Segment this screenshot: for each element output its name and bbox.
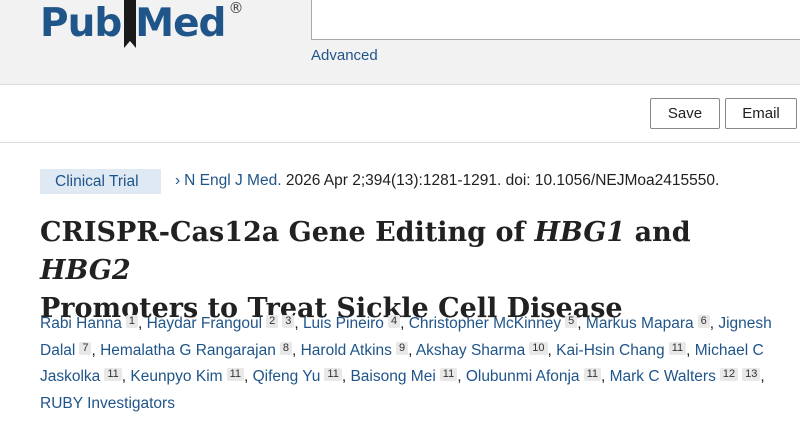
affiliation-badge[interactable]: 11 bbox=[226, 368, 244, 381]
affiliation-badge[interactable]: 8 bbox=[279, 341, 292, 355]
affiliation-badge[interactable]: 13 bbox=[742, 368, 761, 381]
author-name-link[interactable]: Harold Atkins bbox=[301, 342, 392, 359]
citation-details: 2026 Apr 2;394(13):1281-1291. doi: 10.10… bbox=[281, 172, 720, 189]
author-item: Hemalatha G Rangarajan 8, bbox=[100, 341, 297, 359]
author-item: Mark C Walters 12 13, bbox=[610, 368, 765, 385]
author-separator: , bbox=[400, 315, 405, 332]
author-item: Olubunmi Afonja 11, bbox=[466, 368, 605, 385]
author-separator: , bbox=[577, 315, 582, 332]
author-item: RUBY Investigators bbox=[40, 395, 175, 412]
author-item: Rabi Hanna 1, bbox=[40, 315, 142, 332]
author-name-link[interactable]: Hemalatha G Rangarajan bbox=[100, 342, 276, 359]
affiliation-badge[interactable]: 4 bbox=[387, 315, 401, 328]
affiliation-badge[interactable]: 11 bbox=[668, 341, 687, 355]
divider bbox=[0, 142, 800, 143]
author-item: Harold Atkins 9, bbox=[301, 341, 413, 359]
affiliation-badge[interactable]: 7 bbox=[79, 341, 92, 355]
affiliation-badge[interactable]: 6 bbox=[697, 315, 710, 328]
affiliation-badge[interactable]: 3 bbox=[282, 315, 295, 328]
advanced-search-link[interactable]: Advanced bbox=[311, 47, 378, 64]
author-name-link[interactable]: Olubunmi Afonja bbox=[466, 368, 580, 385]
save-button[interactable]: Save bbox=[650, 98, 720, 129]
logo-pub-text: Pub bbox=[40, 1, 122, 46]
affiliation-badge[interactable]: 11 bbox=[439, 368, 458, 381]
author-name-link[interactable]: Qifeng Yu bbox=[253, 368, 321, 385]
author-name-link[interactable]: Akshay Sharma bbox=[416, 342, 525, 359]
title-gene-1: HBG1 bbox=[534, 217, 626, 248]
author-name-link[interactable]: Christopher McKinney bbox=[409, 315, 561, 332]
author-separator: , bbox=[760, 368, 765, 385]
author-separator: , bbox=[600, 368, 606, 385]
author-separator: , bbox=[341, 368, 347, 385]
authors-list: Rabi Hanna 1, Haydar Frangoul 2 3, Luis Pin… bbox=[40, 311, 780, 417]
author-name-link[interactable]: Keunpyo Kim bbox=[130, 368, 222, 385]
author-separator: , bbox=[408, 341, 413, 359]
author-separator: , bbox=[547, 341, 552, 359]
site-header: Pub Med ® Advanced bbox=[0, 0, 800, 85]
citation-line: › N Engl J Med. 2026 Apr 2;394(13):1281-1… bbox=[175, 172, 719, 190]
author-item: Keunpyo Kim 11, bbox=[130, 368, 248, 385]
author-item: Haydar Frangoul 2 3, bbox=[147, 315, 299, 332]
author-name-link[interactable]: Haydar Frangoul bbox=[147, 315, 262, 332]
author-item: Akshay Sharma 10, bbox=[416, 341, 552, 359]
author-separator: , bbox=[121, 368, 127, 385]
publication-type-tag[interactable]: Clinical Trial bbox=[40, 169, 161, 194]
author-separator: , bbox=[291, 341, 297, 359]
affiliation-badge[interactable]: 1 bbox=[125, 315, 138, 328]
affiliation-badge[interactable]: 11 bbox=[104, 368, 122, 381]
search-input[interactable] bbox=[311, 0, 800, 40]
author-separator: , bbox=[686, 341, 691, 359]
author-item: Qifeng Yu 11, bbox=[253, 368, 347, 385]
author-separator: , bbox=[457, 368, 462, 385]
author-item: Kai-Hsin Chang 11, bbox=[556, 341, 691, 359]
author-name-link[interactable]: Luis Pineiro bbox=[303, 315, 384, 332]
author-separator: , bbox=[294, 315, 299, 332]
author-name-link[interactable]: Kai-Hsin Chang bbox=[556, 342, 665, 359]
author-name-link[interactable]: Markus Mapara bbox=[586, 315, 694, 332]
author-separator: , bbox=[91, 341, 96, 359]
author-item: Markus Mapara 6, bbox=[586, 315, 714, 332]
title-text-2: and bbox=[625, 217, 691, 248]
journal-link[interactable]: N Engl J Med. bbox=[184, 172, 281, 189]
affiliation-badge[interactable]: 11 bbox=[324, 368, 342, 381]
affiliation-badge[interactable]: 9 bbox=[395, 341, 409, 355]
author-name-link[interactable]: Rabi Hanna bbox=[40, 315, 122, 332]
author-name-link[interactable]: Mark C Walters bbox=[610, 368, 716, 385]
author-separator: , bbox=[709, 315, 715, 332]
author-separator: , bbox=[137, 315, 143, 332]
author-name-link[interactable]: Baisong Mei bbox=[350, 368, 435, 385]
email-button[interactable]: Email bbox=[725, 98, 797, 129]
affiliation-badge[interactable]: 11 bbox=[583, 368, 601, 381]
affiliation-badge[interactable]: 12 bbox=[719, 368, 739, 381]
author-item: Baisong Mei 11, bbox=[350, 368, 462, 385]
author-item: Christopher McKinney 5, bbox=[409, 315, 582, 332]
logo-med-text: Med bbox=[135, 1, 226, 46]
affiliation-badge[interactable]: 2 bbox=[266, 315, 279, 328]
affiliation-badge[interactable]: 5 bbox=[565, 315, 578, 328]
title-text-1: CRISPR-Cas12a Gene Editing of bbox=[40, 217, 535, 248]
title-gene-2: HBG2 bbox=[40, 255, 131, 286]
registered-mark: ® bbox=[228, 0, 243, 17]
author-item: Luis Pineiro 4, bbox=[303, 315, 404, 332]
author-separator: , bbox=[243, 368, 249, 385]
pubmed-logo[interactable]: Pub Med ® bbox=[40, 0, 243, 50]
chevron-right-icon: › bbox=[175, 172, 181, 189]
author-name-link[interactable]: RUBY Investigators bbox=[40, 395, 175, 412]
affiliation-badge[interactable]: 10 bbox=[529, 341, 548, 355]
